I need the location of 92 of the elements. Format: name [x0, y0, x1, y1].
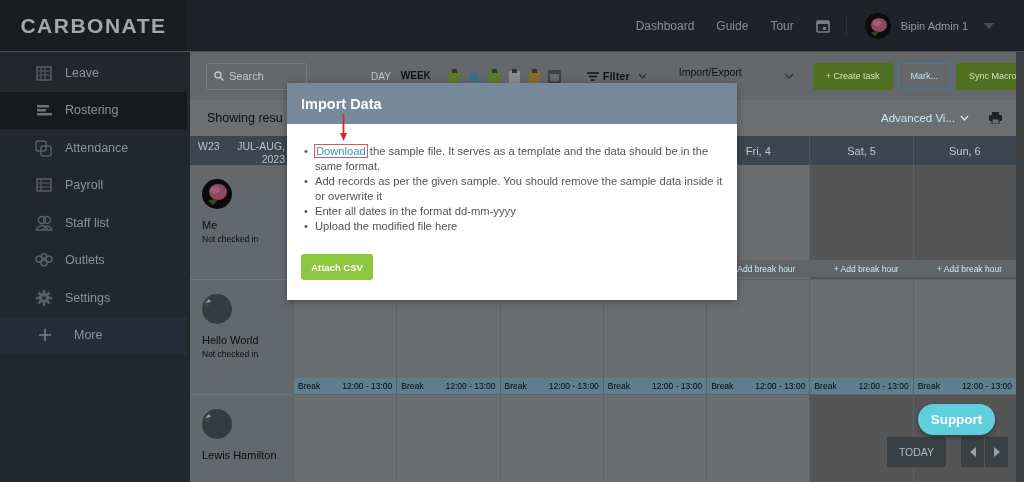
nav-link[interactable]: Tour	[770, 18, 794, 33]
sidebar-item[interactable]: Payroll	[0, 166, 187, 204]
day-header: Sat, 5	[809, 136, 913, 165]
toolbar-button[interactable]: Mark...	[897, 62, 952, 90]
break-time: 12:00 - 13:00	[652, 381, 703, 391]
calendar-icon[interactable]	[547, 69, 561, 83]
break-time: 12:00 - 13:00	[961, 381, 1012, 391]
roster-cell[interactable]	[396, 395, 500, 482]
break-label: Break	[711, 381, 734, 391]
toolbar-button[interactable]: + Create task	[812, 62, 893, 90]
break-label: Break	[814, 381, 837, 391]
instruction-text: Enter all dates in the format dd-mm-yyyy	[314, 204, 516, 219]
break-time: 12:00 - 13:00	[342, 381, 393, 391]
staff-name: Hello World	[202, 334, 260, 346]
check-in-status: Not checked in	[202, 234, 260, 244]
roster-cell[interactable]	[602, 395, 707, 482]
roster-cell[interactable]: Break 12:00 - 13:00	[706, 280, 810, 395]
break-label: Break	[298, 381, 321, 391]
week-number: W23	[198, 140, 220, 154]
calendar-icon[interactable]	[815, 18, 830, 33]
import-export-menu[interactable]: Import/Export	[678, 66, 742, 78]
sidebar-item[interactable]: Staff list	[0, 204, 187, 242]
roster-cell[interactable]: Break 12:00 - 13:00	[809, 280, 913, 395]
bullet: •	[304, 174, 308, 189]
user-name[interactable]: Bipin Admin 1	[900, 19, 968, 32]
break-label: Break	[607, 381, 631, 391]
view-tab[interactable]: DAY	[371, 68, 391, 84]
avatar-icon	[202, 409, 232, 439]
break-time: 12:00 - 13:00	[445, 381, 496, 391]
roster-cell[interactable]: + Add break hour	[809, 165, 913, 280]
scrollbar[interactable]	[1016, 52, 1024, 482]
caret-icon[interactable]	[637, 73, 647, 79]
dialog-title: Import Data	[301, 95, 382, 112]
roster-cell[interactable]: + Add break hour	[912, 165, 1016, 280]
circles-icon	[35, 251, 53, 270]
instruction-text: Upload the modified file here	[314, 219, 458, 234]
sidebar-item[interactable]: Settings	[0, 279, 187, 317]
download-link[interactable]: Download	[314, 145, 367, 157]
sidebar-item[interactable]: Leave	[0, 54, 187, 92]
clipboard-icon[interactable]	[507, 68, 521, 84]
day-header: Sun, 6	[912, 136, 1016, 165]
bullet: •	[304, 144, 308, 159]
break-time: 12:00 - 13:00	[548, 381, 599, 391]
search-icon	[214, 70, 224, 81]
clipboard-icon[interactable]	[487, 68, 501, 84]
caret-icon[interactable]	[783, 73, 794, 79]
bullet: •	[304, 219, 308, 234]
right-arrow-icon	[993, 447, 1000, 457]
break-label: Break	[504, 381, 527, 391]
break-time: 12:00 - 13:00	[858, 381, 909, 391]
people-icon	[35, 213, 53, 232]
check-in-status: Not checked in	[202, 349, 260, 359]
search-field[interactable]: Search	[206, 62, 307, 90]
add-break-link[interactable]: + Add break hour	[913, 260, 1016, 277]
sidebar-item[interactable]: Outlets	[0, 241, 187, 279]
staff-name: Me	[202, 219, 219, 231]
sidebar-item[interactable]: Rostering	[0, 91, 187, 129]
add-break-link[interactable]: + Add break hour	[810, 260, 913, 277]
print-icon[interactable]	[989, 112, 1002, 124]
clipboard-icon[interactable]	[447, 68, 461, 84]
filter-button[interactable]: Filter	[586, 70, 630, 82]
settings-icon	[35, 288, 53, 307]
annotation-arrow	[339, 114, 347, 142]
break-time: 12:00 - 13:00	[755, 381, 806, 391]
view-dropdown[interactable]: Advanced Vi...	[881, 112, 969, 124]
avatar-icon	[202, 294, 232, 324]
roster-cell[interactable]	[706, 395, 810, 482]
nav-link[interactable]: Dashboard	[635, 18, 695, 33]
sidebar-item[interactable]: Attendance	[0, 129, 187, 167]
results-summary: Showing resu	[207, 111, 283, 125]
calendar-icon	[35, 63, 53, 82]
app-logo[interactable]: CARBONATE	[0, 0, 187, 51]
caret-icon[interactable]	[984, 22, 994, 29]
nav-link[interactable]: Guide	[716, 18, 749, 33]
sidebar-item[interactable]: More	[0, 316, 187, 354]
break-label: Break	[917, 381, 940, 391]
staff-name: Lewis Hamilton	[202, 449, 278, 461]
toolbar-button[interactable]: Sync Macro	[956, 62, 1016, 90]
bullet: •	[304, 204, 308, 219]
table-icon	[35, 176, 53, 195]
left-arrow-icon	[969, 447, 976, 457]
date-range: JUL-AUG, 2023	[236, 140, 285, 161]
roster-cell[interactable]	[499, 395, 603, 482]
caret-icon	[960, 115, 969, 121]
next-button[interactable]	[985, 437, 1008, 467]
break-label: Break	[401, 381, 424, 391]
today-button[interactable]: TODAY	[887, 437, 946, 467]
filter-icon	[586, 71, 599, 81]
roster-cell[interactable]: Break 12:00 - 13:00	[912, 280, 1016, 395]
roster-cell[interactable]	[293, 395, 397, 482]
clipboard-icon[interactable]	[527, 68, 541, 84]
previous-button[interactable]	[961, 437, 984, 467]
